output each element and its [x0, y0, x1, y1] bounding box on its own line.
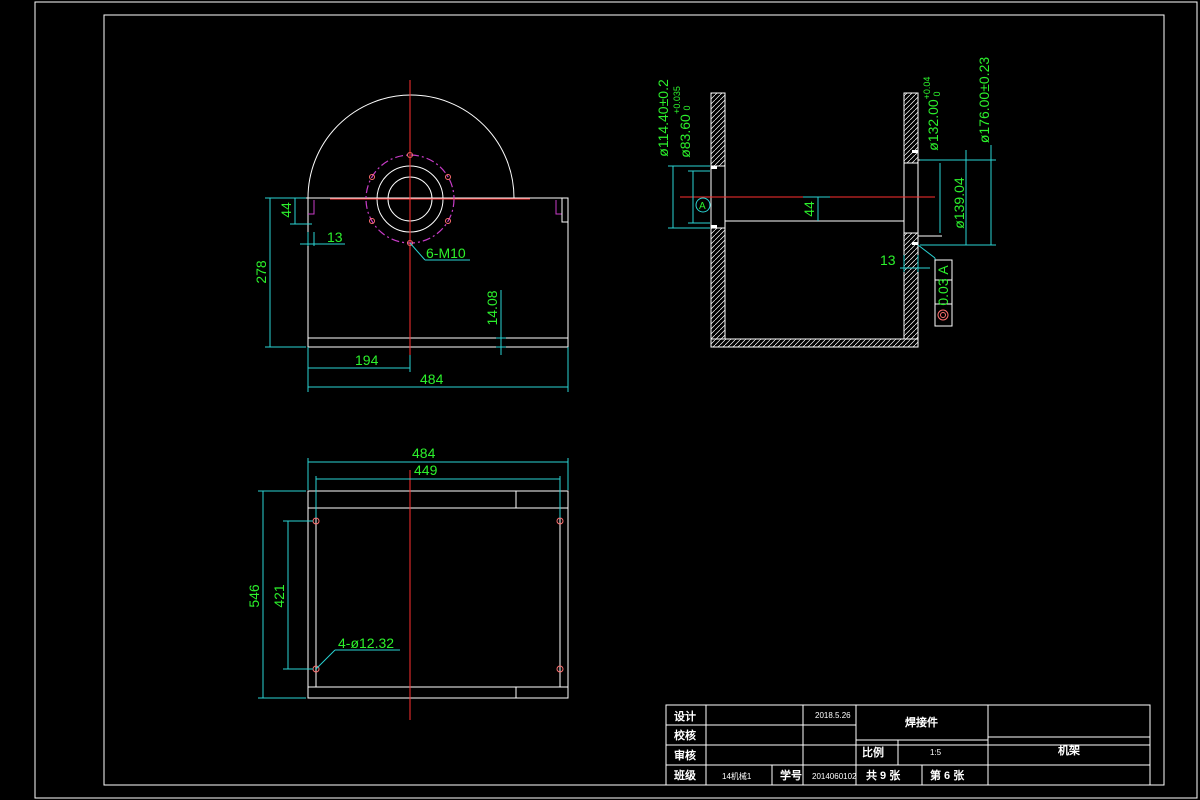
front-dim-484: 484: [420, 371, 444, 387]
design-label: 设计: [674, 709, 696, 723]
top-dim-421: 421: [271, 584, 287, 608]
total-sheets: 共 9 张: [866, 768, 901, 782]
sheet-number: 第 6 张: [930, 768, 965, 782]
tolerance-frame: 0.03 A: [934, 259, 953, 327]
front-arc: [307, 94, 515, 199]
concentricity-symbol-inner: [940, 312, 946, 318]
top-view: 484 449 546 421 4-ø12.32: [246, 445, 569, 720]
front-view: 278 44 13 6-M10 14.08 194 484: [253, 80, 569, 392]
dia-139-label: ø139.04: [951, 177, 967, 229]
thread-label: 6-M10: [426, 245, 466, 261]
top-dim-484: 484: [412, 445, 436, 461]
dia-132-label: ø132.00: [925, 99, 941, 151]
datum-a-label: A: [699, 201, 706, 212]
bottom-plate: [710, 338, 919, 348]
dia-83-tol-upper: +0.035: [672, 86, 682, 114]
front-body-outline: [300, 197, 569, 348]
dia-114-label: ø114.40±0.2: [655, 79, 671, 157]
title-block: 设计 校核 审核 班级 2018.5.26 焊接件 比例 1:5 14机械1 学…: [665, 704, 1151, 786]
top-dim-449: 449: [414, 462, 438, 478]
dia-132-tol-upper: +0.04: [922, 77, 932, 100]
review-label: 审核: [674, 748, 696, 762]
top-dim-546: 546: [246, 584, 262, 608]
front-dim-194: 194: [355, 352, 379, 368]
tolerance-value: 0.03: [935, 278, 951, 305]
drawing-name: 机架: [1058, 743, 1080, 757]
hole-label: 4-ø12.32: [338, 635, 394, 651]
student-no-label: 学号: [780, 768, 802, 782]
part-title: 焊接件: [905, 715, 938, 729]
front-dim-44: 44: [278, 202, 294, 218]
student-no-value: 2014060102: [812, 772, 857, 781]
dia-83-label: ø83.60: [677, 114, 693, 158]
dia-132-tol-lower: 0: [932, 91, 942, 96]
scale-value: 1:5: [930, 748, 942, 757]
section-dim-44: 44: [801, 201, 817, 217]
dia-176-label: ø176.00±0.23: [976, 57, 992, 144]
design-date: 2018.5.26: [815, 711, 851, 720]
section-dim-13: 13: [880, 252, 896, 268]
section-view: ø114.40±0.2 ø83.60 +0.035 0 A 44 ø132.00…: [655, 57, 996, 348]
tolerance-datum: A: [935, 265, 951, 275]
top-outline: [307, 490, 569, 699]
concentricity-symbol-outer: [937, 309, 949, 321]
scale-label: 比例: [862, 745, 884, 759]
front-dim-14-08: 14.08: [484, 290, 500, 325]
outer-border: [34, 1, 1198, 799]
check-label: 校核: [674, 728, 696, 742]
front-dim-278: 278: [253, 260, 269, 284]
drawing-sheet: 278 44 13 6-M10 14.08 194 484 484 449 54…: [34, 1, 1198, 799]
dia-83-tol-lower: 0: [682, 105, 692, 110]
class-label: 班级: [674, 768, 697, 782]
class-value: 14机械1: [722, 771, 752, 781]
front-dim-13: 13: [327, 229, 343, 245]
